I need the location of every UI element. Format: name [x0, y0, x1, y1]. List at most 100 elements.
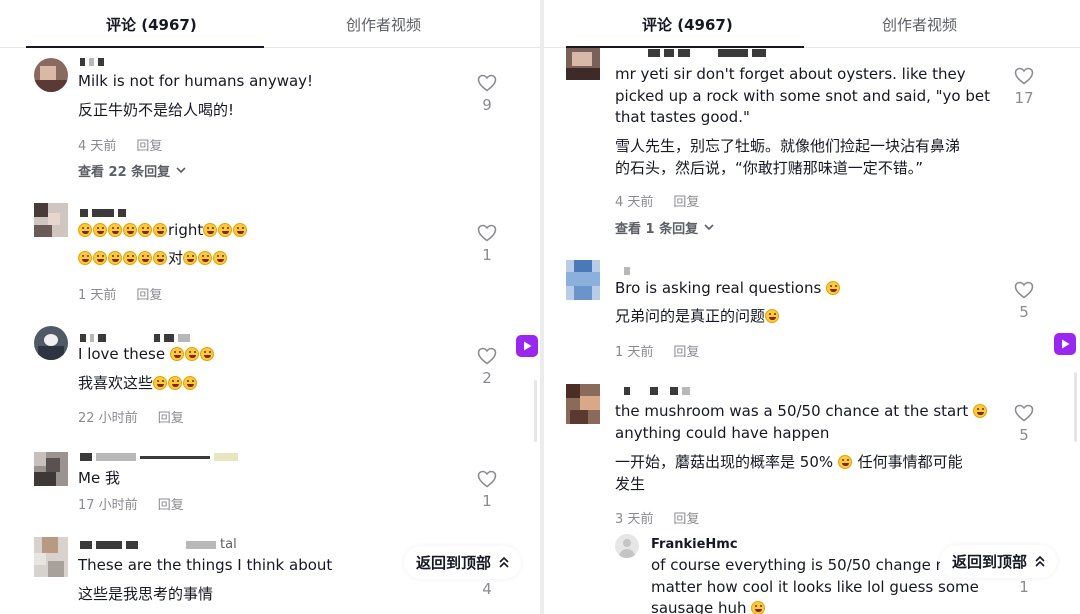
video-play-side-button[interactable]: [1054, 333, 1076, 355]
comment-meta: 22 小时前 回复: [78, 407, 184, 426]
view-replies-button[interactable]: 查看 1 条回复: [615, 218, 714, 237]
comment-time: 3 天前: [615, 512, 654, 527]
chevron-down-icon: [704, 224, 714, 231]
comment-text-en-line-3: that tastes good.": [615, 108, 750, 126]
scrollbar[interactable]: [1074, 372, 1077, 442]
like-button[interactable]: 9: [472, 74, 502, 114]
like-button[interactable]: 1: [472, 224, 502, 264]
right-comments-panel: 评论 (4967) 创作者视频 mr yeti sir don't forget…: [544, 0, 1080, 614]
username-redacted: [648, 48, 766, 58]
username-redacted[interactable]: [80, 333, 190, 343]
comment-word: Bro is asking real questions: [615, 279, 822, 297]
play-icon: [1062, 339, 1070, 349]
laughing-emoji-icon: [218, 223, 233, 237]
avatar[interactable]: [34, 537, 68, 577]
chevron-down-icon: [176, 167, 186, 174]
laughing-emoji-icon: [233, 223, 248, 237]
like-button[interactable]: 17: [1009, 67, 1039, 107]
comment-word: the mushroom was a 50/50 chance at the s…: [615, 402, 969, 420]
comment-text-zh: 反正牛奶不是给人喝的!: [78, 101, 235, 119]
reply-username[interactable]: FrankieHmc: [651, 534, 738, 556]
comment-meta: 1 天前 回复: [615, 341, 699, 360]
reply-button[interactable]: 回复: [673, 191, 699, 210]
avatar[interactable]: [566, 46, 600, 80]
username-redacted[interactable]: [80, 57, 104, 67]
username-redacted[interactable]: [80, 452, 238, 462]
laughing-emoji-icon: [93, 223, 107, 237]
tab-comments[interactable]: 评论 (4967): [642, 14, 733, 35]
back-to-top-label: 返回到顶部: [952, 553, 1028, 571]
laughing-emoji-icon: [138, 251, 152, 265]
laughing-emoji-icon: [183, 251, 198, 265]
laughing-emoji-icon: [123, 251, 137, 265]
avatar[interactable]: [34, 452, 68, 486]
comment-word: 我喜欢这些: [78, 374, 154, 392]
back-to-top-button[interactable]: 返回到顶部: [404, 546, 522, 579]
username-redacted[interactable]: [80, 208, 126, 218]
like-button[interactable]: 2: [472, 347, 502, 387]
tab-creator-videos[interactable]: 创作者视频: [346, 14, 421, 35]
double-chevron-up-icon: [1035, 555, 1045, 567]
comment-time: 1 天前: [615, 345, 654, 360]
comment-text-zh-line-1: 一开始，蘑菇出现的概率是 50% 任何事情都可能: [615, 451, 963, 473]
comment-text-zh-line-2: 的石头，然后说，“你敢打赌那味道一定不错。”: [615, 159, 924, 177]
username-redacted[interactable]: [624, 386, 690, 396]
view-replies-button[interactable]: 查看 22 条回复: [78, 161, 186, 180]
username-redacted[interactable]: tal: [80, 537, 237, 552]
video-play-side-button[interactable]: [516, 335, 538, 357]
username-suffix: tal: [220, 537, 237, 552]
tears-of-joy-emoji-icon: [184, 347, 199, 361]
reply-button[interactable]: 回复: [136, 135, 162, 154]
heart-icon: [1014, 281, 1034, 299]
laughing-emoji-icon: [153, 376, 168, 390]
avatar[interactable]: [566, 384, 600, 424]
reply-text-line-3: sausage huh: [651, 597, 766, 614]
reply-button[interactable]: 回复: [136, 284, 162, 303]
avatar[interactable]: [34, 58, 68, 92]
comment-text-zh: 这些是我思考的事情: [78, 585, 214, 603]
heart-icon: [477, 74, 497, 92]
tears-of-joy-emoji-icon: [765, 309, 780, 323]
comment-text-en: These are the things I think about: [78, 556, 333, 574]
laughing-emoji-icon: [203, 223, 218, 237]
reply-text-line-2: matter how cool it looks like lol guess …: [651, 578, 979, 596]
like-button[interactable]: 5: [1009, 281, 1039, 321]
like-button[interactable]: 1: [472, 470, 502, 510]
comment-text-en-line-2: anything could have happen: [615, 424, 830, 442]
reply-button[interactable]: 回复: [673, 341, 699, 360]
tab-comments[interactable]: 评论 (4967): [106, 14, 197, 35]
laughing-emoji-icon: [123, 223, 137, 237]
scrollbar[interactable]: [534, 380, 537, 442]
laughing-emoji-icon: [138, 223, 152, 237]
comment-text: Me 我: [78, 469, 120, 487]
laughing-emoji-icon: [169, 347, 184, 361]
avatar[interactable]: [34, 326, 68, 360]
comment-text-zh: 兄弟问的是真正的问题: [615, 305, 780, 327]
tab-creator-videos[interactable]: 创作者视频: [882, 14, 957, 35]
comment-text-en-line-1: mr yeti sir don't forget about oysters. …: [615, 65, 966, 83]
comment-time: 4 天前: [78, 139, 117, 154]
like-button[interactable]: 5: [1009, 404, 1039, 444]
laughing-emoji-icon: [183, 376, 198, 390]
reply-button[interactable]: 回复: [158, 407, 184, 426]
avatar[interactable]: [566, 260, 600, 300]
like-count: 1: [482, 492, 492, 510]
comment-word: 兄弟问的是真正的问题: [615, 307, 766, 325]
comment-meta: 1 天前 回复: [78, 284, 162, 303]
avatar-default[interactable]: [615, 534, 639, 558]
reply-button[interactable]: 回复: [158, 494, 184, 513]
comment-time: 17 小时前: [78, 498, 138, 513]
double-chevron-up-icon: [499, 556, 509, 568]
avatar[interactable]: [34, 203, 68, 237]
tears-of-joy-emoji-icon: [826, 281, 841, 295]
laughing-emoji-icon: [108, 223, 122, 237]
comment-text-zh-line-2: 发生: [615, 475, 646, 493]
back-to-top-button[interactable]: 返回到顶部: [940, 545, 1058, 578]
laughing-emoji-icon: [78, 223, 92, 237]
reply-button[interactable]: 回复: [673, 508, 699, 527]
heart-icon: [477, 347, 497, 365]
comment-text-zh: 我喜欢这些: [78, 372, 198, 394]
comment-text-en: Bro is asking real questions: [615, 277, 841, 299]
comment-word: I love these: [78, 345, 166, 363]
username-redacted[interactable]: [624, 266, 630, 276]
